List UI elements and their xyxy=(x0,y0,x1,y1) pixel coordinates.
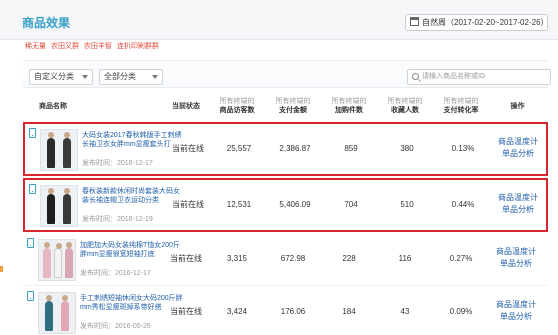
calendar-icon xyxy=(410,17,419,26)
amount-cell: 2,386.87 xyxy=(279,144,311,153)
thermometer-link[interactable]: 商品温度计 xyxy=(487,246,545,258)
side-marker xyxy=(0,266,3,272)
row-actions: 商品温度计 单品分析 xyxy=(489,136,547,160)
status-cell: 当前在线 xyxy=(172,200,204,209)
row-actions: 商品温度计 单品分析 xyxy=(489,192,547,216)
single-analysis-link[interactable]: 单品分析 xyxy=(487,258,545,270)
search-placeholder: 请输入商品名称或ID xyxy=(422,73,485,80)
row-actions: 商品温度计 单品分析 xyxy=(487,299,545,323)
product-thumbnail[interactable] xyxy=(38,292,76,334)
product-thumbnail[interactable] xyxy=(40,185,78,227)
single-analysis-link[interactable]: 单品分析 xyxy=(489,204,547,216)
favs-cell: 116 xyxy=(398,254,412,263)
status-cell: 当前在线 xyxy=(170,254,202,263)
product-search-input[interactable]: 请输入商品名称或ID xyxy=(407,69,551,85)
sub-tabs: 稀无量 农田又群 农田羊智 连扒印刷群群 xyxy=(25,41,162,51)
col-favs[interactable]: 所有终端的 收藏人数 xyxy=(378,92,432,120)
row-actions: 商品温度计 单品分析 xyxy=(487,246,545,270)
amount-cell: 176.06 xyxy=(280,307,306,316)
select-value: 自定义分类 xyxy=(34,72,74,81)
visits-cell: 3,424 xyxy=(226,307,248,316)
publish-date: 发布时间：2016-05-26 xyxy=(80,323,151,330)
favs-cell: 510 xyxy=(400,200,414,209)
col-status: 当前状态 xyxy=(172,102,200,110)
date-range-picker[interactable]: 自然周（2017-02-20~2017-02-26） xyxy=(405,14,549,31)
custom-category-select[interactable]: 自定义分类 xyxy=(29,69,93,85)
conversion-cell: 0.09% xyxy=(449,307,473,316)
single-analysis-link[interactable]: 单品分析 xyxy=(489,148,547,160)
conversion-cell: 0.27% xyxy=(449,254,473,263)
table-row: 大码女装2017春秋韩版手工刺绣长袖卫衣女胖mm显瘦套头打 发布时间：2016-… xyxy=(23,122,548,176)
status-cell: 当前在线 xyxy=(170,307,202,316)
carts-cell: 228 xyxy=(342,254,356,263)
col-name: 商品名称 xyxy=(39,102,67,110)
carts-cell: 184 xyxy=(342,307,356,316)
sub-tab[interactable]: 连扒印刷群群 xyxy=(117,43,159,50)
table-row: 春秋装新款休闲时尚套装大码女装长袖连帽卫衣运动分类 发布时间：2016-12-1… xyxy=(23,178,548,232)
select-value: 全部分类 xyxy=(104,72,136,81)
col-amount[interactable]: 所有终端的 支付金额 xyxy=(266,92,320,120)
col-visits[interactable]: 所有终端的 商品访客数 xyxy=(210,92,264,120)
product-thumbnail[interactable] xyxy=(40,129,78,171)
mobile-icon xyxy=(29,128,36,138)
mobile-icon xyxy=(27,291,34,301)
table-row: 加肥加大码女装纯棉T恤女200斤胖mm显瘦很宽短袖打底 发布时间：2016-12… xyxy=(23,234,548,286)
page-header: 商品效果 自然周（2017-02-20~2017-02-26） xyxy=(0,0,558,40)
col-carts[interactable]: 所有终端的 加购件数 xyxy=(322,92,376,120)
sub-tab[interactable]: 稀无量 xyxy=(25,43,46,50)
carts-cell: 704 xyxy=(344,200,358,209)
filter-bar: 自定义分类 全部分类 请输入商品名称或ID xyxy=(23,60,551,88)
visits-cell: 3,315 xyxy=(226,254,248,263)
sub-tab[interactable]: 农田羊智 xyxy=(84,43,112,50)
conversion-cell: 0.44% xyxy=(451,200,475,209)
mobile-icon xyxy=(29,184,36,194)
visits-cell: 12,531 xyxy=(226,200,252,209)
sub-tab[interactable]: 农田又群 xyxy=(51,43,79,50)
table-header: 商品名称 当前状态 所有终端的 商品访客数 所有终端的 支付金额 所有终端的 加购件数… xyxy=(23,92,548,120)
mobile-icon xyxy=(27,238,34,248)
conversion-cell: 0.13% xyxy=(451,144,475,153)
thermometer-link[interactable]: 商品温度计 xyxy=(487,299,545,311)
carts-cell: 859 xyxy=(344,144,358,153)
thermometer-link[interactable]: 商品温度计 xyxy=(489,136,547,148)
all-category-select[interactable]: 全部分类 xyxy=(99,69,163,85)
col-conversion[interactable]: 所有终端的 支付转化率 xyxy=(434,92,488,120)
table-row: 手工刺绣短袖休闲女大码200斤胖mm秀松显瘦斑掉系带好搭 发布时间：2016-0… xyxy=(23,287,548,335)
publish-date: 发布时间：2016-12-17 xyxy=(82,160,153,167)
amount-cell: 672.98 xyxy=(280,254,306,263)
publish-date: 发布时间：2016-12-17 xyxy=(80,270,151,277)
thermometer-link[interactable]: 商品温度计 xyxy=(489,192,547,204)
favs-cell: 43 xyxy=(400,307,410,316)
chevron-down-icon xyxy=(152,75,158,79)
search-icon xyxy=(412,73,419,80)
status-cell: 当前在线 xyxy=(172,144,204,153)
amount-cell: 5,406.09 xyxy=(279,200,311,209)
favs-cell: 380 xyxy=(400,144,414,153)
date-range-label: 自然周（2017-02-20~2017-02-26） xyxy=(422,18,549,27)
page-title: 商品效果 xyxy=(22,16,71,30)
visits-cell: 25,557 xyxy=(226,144,252,153)
publish-date: 发布时间：2016-12-19 xyxy=(82,216,153,223)
chevron-down-icon xyxy=(82,75,88,79)
single-analysis-link[interactable]: 单品分析 xyxy=(487,311,545,323)
product-thumbnail[interactable] xyxy=(38,239,76,281)
col-ops: 操作 xyxy=(510,102,525,110)
